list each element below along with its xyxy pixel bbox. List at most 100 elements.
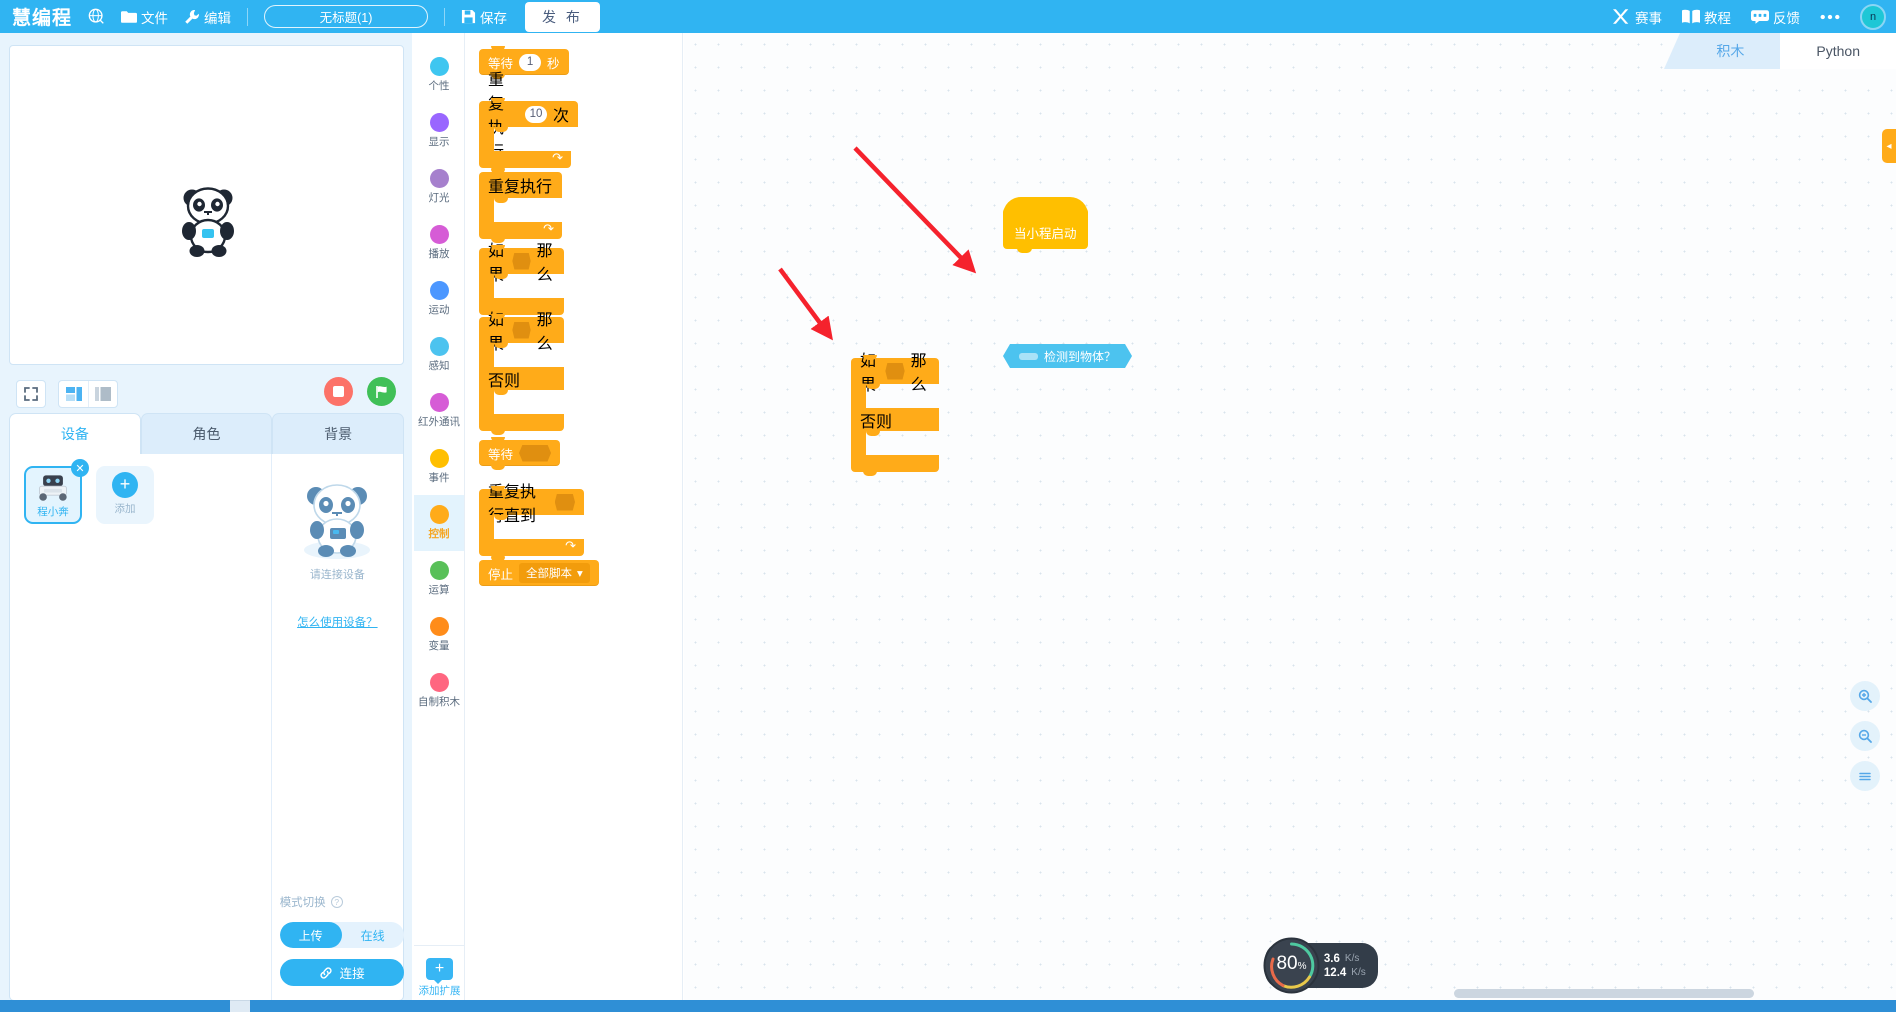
canvas-block-if-else[interactable]: 如果 那么 否则 [851, 353, 939, 476]
add-device-button[interactable]: + 添加 [96, 466, 154, 524]
category-play[interactable]: 播放 [414, 215, 464, 271]
category-events[interactable]: 事件 [414, 439, 464, 495]
tutorial-label: 教程 [1704, 10, 1731, 26]
more-menu-button[interactable] [1820, 0, 1840, 33]
tab-device[interactable]: 设备 [9, 413, 141, 454]
category-my-blocks[interactable]: 自制积木 [414, 663, 464, 719]
category-ir-comm[interactable]: 红外通讯 [414, 383, 464, 439]
stop-button[interactable] [324, 377, 353, 406]
canvas-block-when-start[interactable]: 当小程启动 [1003, 197, 1088, 253]
zoom-in-button[interactable] [1850, 681, 1880, 711]
add-extension-button[interactable]: + 添加扩展 [414, 945, 465, 998]
mode-option-online[interactable]: 在线 [342, 922, 404, 948]
device-card-codey[interactable]: ✕ 程小奔 [24, 459, 89, 524]
palette-block-if[interactable]: 如果 那么 [479, 243, 564, 319]
boolean-slot[interactable] [885, 362, 905, 380]
mode-option-upload[interactable]: 上传 [279, 922, 342, 948]
os-taskbar [0, 1000, 1896, 1012]
taskbar-segment [250, 1000, 1896, 1012]
boolean-slot[interactable] [512, 321, 531, 339]
boolean-slot[interactable] [519, 444, 552, 462]
category-dot [429, 673, 449, 692]
category-light[interactable]: 灯光 [414, 159, 464, 215]
block-text: 等待 [488, 447, 514, 462]
number-input[interactable]: 1 [519, 53, 542, 71]
palette-block-if-else[interactable]: 如果 那么 否则 [479, 312, 564, 435]
category-dot [429, 225, 449, 244]
avatar[interactable]: n [1860, 3, 1886, 30]
tab-background[interactable]: 背景 [272, 413, 405, 454]
palette-block-forever[interactable]: 重复执行 ↷ [479, 169, 562, 243]
category-variables[interactable]: 变量 [414, 607, 464, 663]
category-sensing[interactable]: 感知 [414, 327, 464, 383]
block-text: 那么 [536, 243, 553, 284]
category-control[interactable]: 控制 [414, 495, 464, 551]
project-title-input[interactable] [264, 5, 429, 28]
avatar-label: n [1869, 10, 1877, 23]
layout-small-button[interactable] [59, 381, 88, 407]
category-dot [429, 505, 449, 524]
connect-button[interactable]: 连接 [279, 959, 404, 986]
zoom-out-button[interactable] [1850, 721, 1880, 751]
save-button[interactable]: 保存 [461, 0, 507, 33]
contest-button[interactable]: 赛事 [1613, 0, 1662, 33]
device-detail: 请连接设备 怎么使用设备？ 模式切换 ? 上传 在线 连接 [270, 454, 404, 1000]
category-display[interactable]: 显示 [414, 103, 464, 159]
ellipsis-icon [1820, 14, 1840, 19]
category-personality[interactable]: 个性 [414, 47, 464, 103]
contest-icon [1613, 9, 1629, 24]
category-label: 灯光 [428, 192, 450, 204]
tab-blocks[interactable]: 积木 [1664, 33, 1797, 69]
question-icon[interactable]: ? [330, 896, 343, 908]
scrollbar-thumb[interactable] [1454, 989, 1754, 998]
layout-large-button[interactable] [88, 381, 117, 407]
network-speed-widget[interactable]: ▲ 3.6 K/s ▼ 12.4 K/s 80% [1263, 937, 1378, 994]
panda-sprite[interactable] [178, 184, 238, 260]
tab-python[interactable]: Python [1780, 33, 1896, 69]
feedback-button[interactable]: 反馈 [1751, 0, 1800, 33]
annotation-arrows [778, 146, 977, 341]
tutorial-button[interactable]: 教程 [1682, 0, 1731, 33]
category-operators[interactable]: 运算 [414, 551, 464, 607]
edit-menu[interactable]: 编辑 [184, 0, 231, 33]
boolean-slot[interactable] [554, 493, 575, 511]
stop-target-dropdown[interactable]: 全部脚本 ▾ [519, 563, 590, 583]
upload-speed-value: 3.6 [1323, 952, 1340, 965]
app-logo: 慧编程 [12, 8, 73, 29]
stage-area[interactable] [9, 45, 404, 365]
category-motion[interactable]: 运动 [414, 271, 464, 327]
category-dot [429, 281, 449, 300]
boolean-slot[interactable] [512, 252, 531, 270]
file-menu[interactable]: 文件 [121, 0, 168, 33]
palette-block-repeat-until[interactable]: 重复执行直到 ↷ [479, 484, 584, 560]
zoom-reset-button[interactable] [1850, 761, 1880, 791]
dropdown-label: 全部脚本 [526, 568, 573, 580]
green-flag-button[interactable] [367, 377, 396, 406]
palette-block-stop[interactable]: 停止 全部脚本 ▾ [479, 557, 599, 586]
cpu-percent-text: 80% [1263, 953, 1320, 975]
fullscreen-button[interactable] [16, 380, 46, 408]
palette-block-wait-until[interactable]: 等待 [479, 437, 561, 470]
category-rail: 个性 显示 灯光 播放 运动 感知 红外通讯 事件 控制 运算 变量 自制积木 … [414, 33, 465, 1012]
canvas-block-detect-object[interactable]: 检测到物体？ [1003, 344, 1132, 368]
block-palette[interactable]: 等待 1 秒 重复执行 10 次 ↷ 重复执行 ↷ 如果 那么 [465, 33, 683, 1012]
tab-role[interactable]: 角色 [140, 413, 273, 454]
palette-block-repeat[interactable]: 重复执行 10 次 ↷ [479, 72, 578, 172]
code-panel-toggle[interactable]: ◂ [1882, 129, 1896, 163]
loop-arrow-icon: ↷ [543, 221, 554, 236]
block-c-arm [479, 515, 508, 539]
download-speed-unit: K/s [1351, 966, 1366, 978]
connect-prompt: 请连接设备 [309, 569, 365, 581]
howto-use-device-link[interactable]: 怎么使用设备？ [297, 614, 378, 630]
feedback-label: 反馈 [1773, 10, 1800, 26]
close-icon[interactable]: ✕ [71, 459, 89, 477]
layout-large-icon [95, 387, 111, 401]
globe-icon [88, 8, 104, 24]
category-label: 感知 [428, 360, 450, 372]
script-canvas[interactable]: 积木 Python ◂ 当小程启动 检测到物体？ 如果 那么 否则 [684, 33, 1896, 1012]
code-icon: ◂ [1886, 140, 1892, 152]
language-button[interactable] [88, 0, 105, 33]
number-input[interactable]: 10 [524, 105, 547, 123]
category-label: 控制 [428, 528, 450, 540]
publish-button[interactable]: 发 布 [525, 1, 600, 32]
